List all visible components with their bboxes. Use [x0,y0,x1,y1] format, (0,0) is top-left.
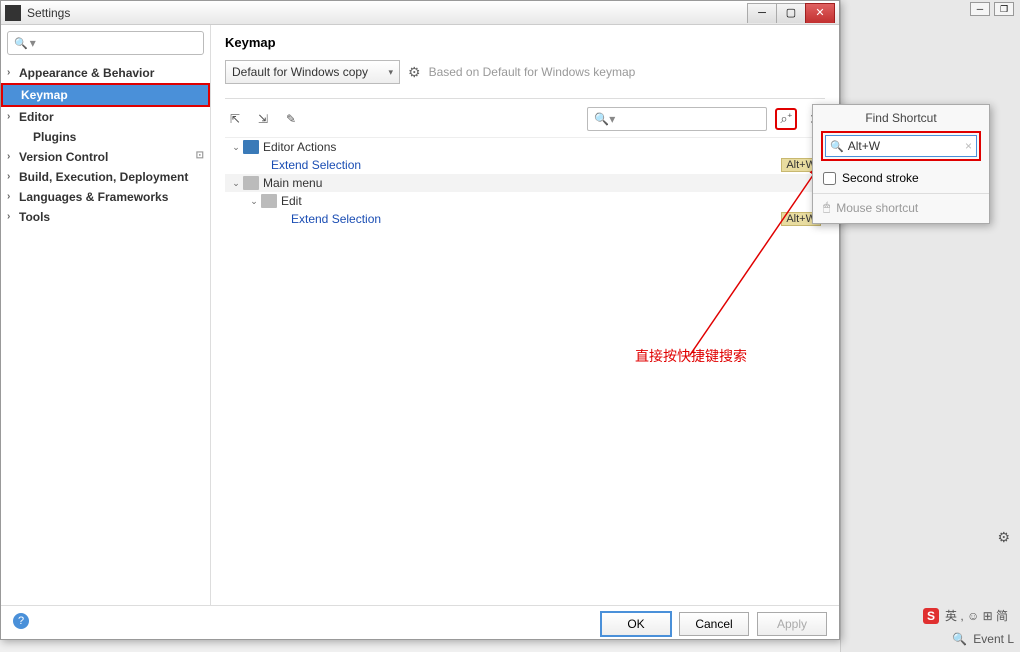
chevron-down-icon: ⌄ [247,196,261,207]
folder-icon [243,140,259,154]
collapse-all-icon[interactable]: ⇲ [253,109,273,129]
annotation-text: 直接按快捷键搜索 [635,346,747,366]
sidebar-item-vcs[interactable]: ›Version Control⊡ [1,147,210,167]
ime-status[interactable]: S 英 , ☺ ⊞ 简 [917,605,1014,626]
folder-icon [261,194,277,208]
gear-icon[interactable]: ⚙ [997,529,1010,546]
expand-all-icon[interactable]: ⇱ [225,109,245,129]
edit-icon[interactable]: ✎ [281,109,301,129]
divider [225,98,825,99]
cancel-button[interactable]: Cancel [679,612,749,636]
chevron-down-icon: ⌄ [229,142,243,153]
ide-background: ─ ❐ ⚙ 🔍 Event L [840,0,1020,652]
ide-restore-icon[interactable]: ❐ [994,2,1014,16]
settings-dialog: Settings ─ ▢ ✕ 🔍▾ ›Appearance & Behavior… [0,0,840,640]
sidebar-item-plugins[interactable]: Plugins [1,127,210,147]
clear-icon[interactable]: × [965,139,972,153]
titlebar[interactable]: Settings ─ ▢ ✕ [1,1,839,25]
sidebar-item-build[interactable]: ›Build, Execution, Deployment [1,167,210,187]
search-icon: 🔍 [952,632,967,646]
ide-min-icon[interactable]: ─ [970,2,990,16]
sidebar-item-appearance[interactable]: ›Appearance & Behavior [1,63,210,83]
help-icon[interactable]: ? [13,613,29,629]
action-tree[interactable]: ⌄ Editor Actions Extend Selection Alt+W … [225,137,825,595]
chevron-down-icon: ⌄ [229,178,243,189]
find-shortcut-button[interactable]: ⌕⁺ [775,108,797,130]
find-shortcut-popup: Find Shortcut 🔍 Alt+W × Second stroke 🖱 … [812,104,990,224]
settings-sidebar: 🔍▾ ›Appearance & Behavior Keymap ›Editor… [1,25,211,605]
sidebar-search-input[interactable]: 🔍▾ [7,31,204,55]
tree-group-editor-actions[interactable]: ⌄ Editor Actions [225,138,825,156]
page-title: Keymap [225,35,825,50]
ok-button[interactable]: OK [601,612,671,636]
settings-tree[interactable]: ›Appearance & Behavior Keymap ›Editor Pl… [1,61,210,605]
shortcut-input[interactable]: 🔍 Alt+W × [825,135,977,157]
search-icon: 🔍 [14,37,28,50]
dialog-buttons: OK Cancel Apply [1,605,839,641]
event-log-label[interactable]: Event L [973,632,1014,646]
sidebar-item-editor[interactable]: ›Editor [1,107,210,127]
action-search-input[interactable]: 🔍▾ [587,107,767,131]
tree-group-main-menu[interactable]: ⌄ Main menu [225,174,825,192]
tree-action-extend-selection[interactable]: Extend Selection Alt+W [225,156,825,174]
folder-icon [243,176,259,190]
minimize-button[interactable]: ─ [747,3,777,23]
window-title: Settings [27,6,748,20]
search-icon: 🔍 [594,112,609,126]
gear-icon[interactable]: ⚙ [408,64,421,81]
status-bar: 🔍 Event L [946,630,1020,648]
tree-group-edit[interactable]: ⌄ Edit [225,192,825,210]
search-icon: 🔍 [830,140,844,153]
sidebar-item-tools[interactable]: ›Tools [1,207,210,227]
sidebar-item-keymap[interactable]: Keymap [1,83,210,107]
tree-action-extend-selection-2[interactable]: Extend Selection Alt+W [225,210,825,228]
second-stroke-checkbox[interactable]: Second stroke [813,167,989,189]
mouse-shortcut-row[interactable]: 🖱 Mouse shortcut [813,193,989,223]
close-button[interactable]: ✕ [805,3,835,23]
apply-button[interactable]: Apply [757,612,827,636]
ime-icon: S [923,608,939,624]
keymap-dropdown[interactable]: Default for Windows copy▾ [225,60,400,84]
based-on-label: Based on Default for Windows keymap [429,65,636,79]
maximize-button[interactable]: ▢ [776,3,806,23]
app-icon [5,5,21,21]
sidebar-item-languages[interactable]: ›Languages & Frameworks [1,187,210,207]
mouse-icon: 🖱 [823,200,830,215]
popup-title: Find Shortcut [813,105,989,131]
main-panel: Keymap Default for Windows copy▾ ⚙ Based… [211,25,839,605]
